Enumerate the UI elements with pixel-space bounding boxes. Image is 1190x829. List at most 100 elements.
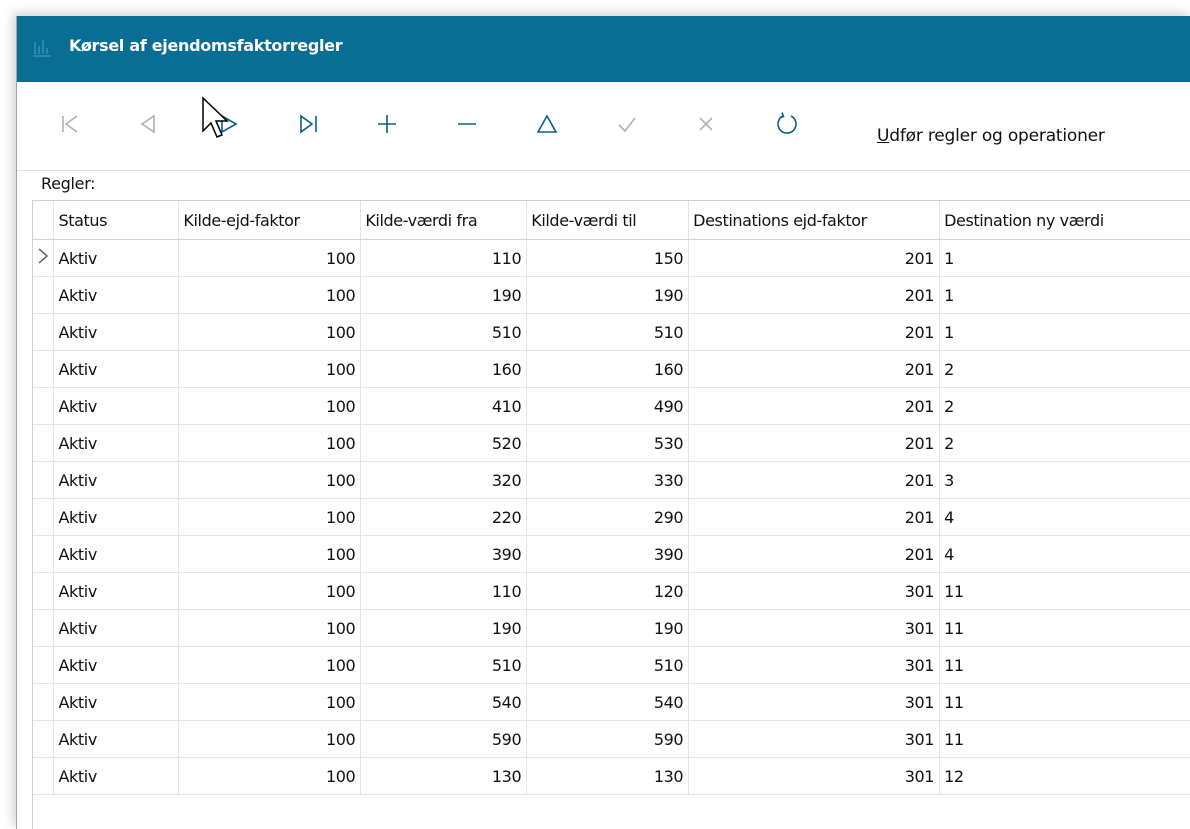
column-header-status[interactable]: Status [53, 201, 180, 240]
cell-source-from[interactable]: 220 [360, 498, 528, 536]
cell-source-to[interactable]: 190 [526, 609, 690, 647]
row-indicator[interactable] [33, 757, 55, 795]
row-indicator[interactable] [33, 535, 55, 573]
table-row[interactable]: Aktiv 100 510 510 201 1 [33, 313, 1190, 351]
column-header-source-factor[interactable]: Kilde-ejd-faktor [178, 201, 362, 240]
row-indicator[interactable] [33, 646, 55, 684]
cell-source-factor[interactable]: 100 [178, 424, 362, 462]
cell-status[interactable]: Aktiv [53, 720, 180, 758]
cell-source-to[interactable]: 130 [526, 757, 690, 795]
add-record-button[interactable] [367, 106, 407, 146]
cell-source-from[interactable]: 110 [360, 239, 528, 277]
cell-destination-factor[interactable]: 201 [688, 239, 941, 277]
table-row[interactable]: Aktiv 100 160 160 201 2 [33, 350, 1190, 388]
cell-destination-factor[interactable]: 201 [688, 276, 941, 314]
cell-status[interactable]: Aktiv [53, 498, 180, 536]
cell-destination-value[interactable]: 1 [939, 239, 1190, 277]
cell-status[interactable]: Aktiv [53, 572, 180, 610]
row-indicator[interactable] [33, 387, 55, 425]
cell-status[interactable]: Aktiv [53, 683, 180, 721]
cell-source-from[interactable]: 320 [360, 461, 528, 499]
cell-status[interactable]: Aktiv [53, 461, 180, 499]
cell-source-factor[interactable]: 100 [178, 609, 362, 647]
rules-grid[interactable]: Status Kilde-ejd-faktor Kilde-værdi fra … [32, 200, 1190, 829]
cell-destination-value[interactable]: 11 [939, 609, 1190, 647]
cell-source-factor[interactable]: 100 [178, 646, 362, 684]
cell-destination-value[interactable]: 1 [939, 313, 1190, 351]
column-header-source-from[interactable]: Kilde-værdi fra [360, 201, 528, 240]
cell-source-to[interactable]: 510 [526, 646, 690, 684]
table-row[interactable]: Aktiv 100 190 190 301 11 [33, 609, 1190, 647]
column-header-source-to[interactable]: Kilde-værdi til [526, 201, 690, 240]
cell-status[interactable]: Aktiv [53, 350, 180, 388]
row-indicator[interactable] [33, 239, 55, 277]
cell-source-from[interactable]: 390 [360, 535, 528, 573]
cell-source-to[interactable]: 160 [526, 350, 690, 388]
cell-source-factor[interactable]: 100 [178, 498, 362, 536]
cell-source-to[interactable]: 590 [526, 720, 690, 758]
cell-status[interactable]: Aktiv [53, 535, 180, 573]
cell-destination-factor[interactable]: 301 [688, 572, 941, 610]
cell-source-to[interactable]: 290 [526, 498, 690, 536]
cell-source-from[interactable]: 190 [360, 609, 528, 647]
cell-source-from[interactable]: 190 [360, 276, 528, 314]
cell-source-factor[interactable]: 100 [178, 350, 362, 388]
row-indicator[interactable] [33, 313, 55, 351]
table-row[interactable]: Aktiv 100 190 190 201 1 [33, 276, 1190, 314]
cell-destination-value[interactable]: 2 [939, 387, 1190, 425]
cell-source-from[interactable]: 520 [360, 424, 528, 462]
table-row[interactable]: Aktiv 100 110 120 301 11 [33, 572, 1190, 610]
cell-source-to[interactable]: 510 [526, 313, 690, 351]
table-row[interactable]: Aktiv 100 390 390 201 4 [33, 535, 1190, 573]
table-row[interactable]: Aktiv 100 590 590 301 11 [33, 720, 1190, 758]
cell-source-from[interactable]: 540 [360, 683, 528, 721]
table-row[interactable]: Aktiv 100 220 290 201 4 [33, 498, 1190, 536]
cancel-edit-button[interactable] [686, 106, 726, 146]
cell-source-from[interactable]: 130 [360, 757, 528, 795]
cell-source-factor[interactable]: 100 [178, 276, 362, 314]
table-row[interactable]: Aktiv 100 520 530 201 2 [33, 424, 1190, 462]
cell-source-to[interactable]: 530 [526, 424, 690, 462]
cell-status[interactable]: Aktiv [53, 239, 180, 277]
cell-destination-value[interactable]: 11 [939, 683, 1190, 721]
cell-destination-value[interactable]: 12 [939, 757, 1190, 795]
cell-destination-value[interactable]: 4 [939, 535, 1190, 573]
cell-destination-factor[interactable]: 201 [688, 535, 941, 573]
cell-source-to[interactable]: 390 [526, 535, 690, 573]
row-indicator[interactable] [33, 350, 55, 388]
cell-source-from[interactable]: 410 [360, 387, 528, 425]
cell-source-from[interactable]: 510 [360, 646, 528, 684]
cell-destination-factor[interactable]: 201 [688, 387, 941, 425]
edit-record-button[interactable] [527, 106, 567, 146]
cell-source-from[interactable]: 110 [360, 572, 528, 610]
row-indicator[interactable] [33, 461, 55, 499]
first-record-button[interactable] [50, 106, 90, 146]
cell-source-to[interactable]: 490 [526, 387, 690, 425]
cell-status[interactable]: Aktiv [53, 757, 180, 795]
cell-source-from[interactable]: 510 [360, 313, 528, 351]
table-row[interactable]: Aktiv 100 130 130 301 12 [33, 757, 1190, 795]
table-row[interactable]: Aktiv 100 320 330 201 3 [33, 461, 1190, 499]
table-row[interactable]: Aktiv 100 510 510 301 11 [33, 646, 1190, 684]
cell-destination-value[interactable]: 3 [939, 461, 1190, 499]
cell-source-factor[interactable]: 100 [178, 313, 362, 351]
cell-destination-value[interactable]: 2 [939, 350, 1190, 388]
row-indicator[interactable] [33, 424, 55, 462]
cell-destination-factor[interactable]: 201 [688, 461, 941, 499]
cell-source-factor[interactable]: 100 [178, 535, 362, 573]
row-indicator[interactable] [33, 276, 55, 314]
cell-source-to[interactable]: 150 [526, 239, 690, 277]
row-indicator[interactable] [33, 720, 55, 758]
cell-destination-factor[interactable]: 201 [688, 350, 941, 388]
refresh-button[interactable] [767, 106, 807, 146]
row-indicator[interactable] [33, 572, 55, 610]
cell-status[interactable]: Aktiv [53, 424, 180, 462]
cell-destination-factor[interactable]: 301 [688, 646, 941, 684]
cell-destination-factor[interactable]: 201 [688, 313, 941, 351]
cell-source-to[interactable]: 540 [526, 683, 690, 721]
cell-destination-factor[interactable]: 301 [688, 683, 941, 721]
cell-source-factor[interactable]: 100 [178, 720, 362, 758]
cell-source-to[interactable]: 190 [526, 276, 690, 314]
cell-source-factor[interactable]: 100 [178, 757, 362, 795]
cell-source-to[interactable]: 120 [526, 572, 690, 610]
